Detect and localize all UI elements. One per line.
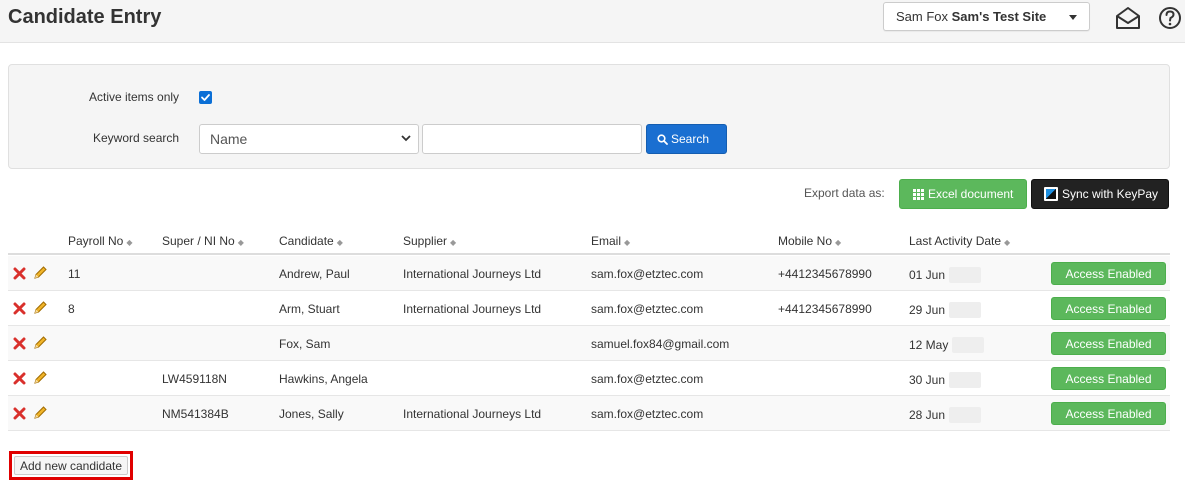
delete-icon[interactable] bbox=[13, 267, 26, 280]
edit-pencil-icon[interactable] bbox=[32, 405, 48, 421]
keyword-search-label: Keyword search bbox=[93, 131, 180, 145]
last-activity-date: 01 Jun bbox=[909, 267, 982, 283]
excel-button-label: Excel document bbox=[928, 187, 1014, 201]
column-header-mobile[interactable]: Mobile No ◆ bbox=[778, 234, 841, 248]
mobile-no: +4412345678990 bbox=[778, 302, 872, 316]
candidate-name: Jones, Sally bbox=[279, 407, 344, 421]
email: sam.fox@etztec.com bbox=[591, 267, 704, 281]
sort-icon: ◆ bbox=[126, 238, 133, 247]
delete-icon[interactable] bbox=[13, 372, 26, 385]
table-row: LW459118N Hawkins, Angela sam.fox@etztec… bbox=[8, 361, 1170, 396]
sort-icon: ◆ bbox=[1004, 238, 1011, 247]
email: sam.fox@etztec.com bbox=[591, 407, 704, 421]
sort-icon: ◆ bbox=[237, 238, 244, 247]
site-name: Sam's Test Site bbox=[951, 9, 1047, 24]
page-header: Candidate Entry Sam Fox Sam's Test Site bbox=[0, 0, 1185, 43]
user-name: Sam Fox bbox=[896, 9, 949, 24]
envelope-open-icon[interactable] bbox=[1114, 5, 1142, 31]
supplier: International Journeys Ltd bbox=[403, 267, 542, 281]
table-row: 11 Andrew, Paul International Journeys L… bbox=[8, 256, 1170, 291]
search-button-label: Search bbox=[671, 132, 710, 146]
sort-icon: ◆ bbox=[450, 238, 457, 247]
supplier: International Journeys Ltd bbox=[403, 302, 542, 316]
caret-down-icon bbox=[1069, 15, 1077, 20]
add-candidate-highlight: Add new candidate bbox=[9, 451, 133, 480]
candidate-name: Fox, Sam bbox=[279, 337, 331, 351]
edit-pencil-icon[interactable] bbox=[32, 300, 48, 316]
search-button[interactable]: Search bbox=[646, 124, 727, 154]
redacted-area bbox=[949, 302, 982, 318]
keyword-search-input[interactable] bbox=[422, 124, 642, 154]
checkmark-icon bbox=[201, 94, 210, 101]
column-header-supplier[interactable]: Supplier ◆ bbox=[403, 234, 456, 248]
payroll-no: 11 bbox=[68, 267, 81, 281]
last-activity-date: 29 Jun bbox=[909, 302, 982, 318]
column-header-candidate[interactable]: Candidate ◆ bbox=[279, 234, 343, 248]
redacted-area bbox=[949, 372, 982, 388]
access-enabled-button[interactable]: Access Enabled bbox=[1051, 297, 1166, 320]
table-header: Payroll No ◆ Super / NI No ◆ Candidate ◆ Su… bbox=[8, 226, 1170, 255]
redacted-area bbox=[952, 337, 985, 353]
table-row: Fox, Sam samuel.fox84@gmail.com 12 May A… bbox=[8, 326, 1170, 361]
add-new-candidate-button[interactable]: Add new candidate bbox=[14, 456, 128, 475]
access-enabled-button[interactable]: Access Enabled bbox=[1051, 262, 1166, 285]
redacted-area bbox=[949, 267, 982, 283]
access-enabled-button[interactable]: Access Enabled bbox=[1051, 367, 1166, 390]
mobile-no: +4412345678990 bbox=[778, 267, 872, 281]
candidate-name: Andrew, Paul bbox=[279, 267, 350, 281]
page-title: Candidate Entry bbox=[8, 6, 162, 28]
sort-icon: ◆ bbox=[624, 238, 631, 247]
search-field-select[interactable]: Name bbox=[199, 124, 419, 154]
table-row: 8 Arm, Stuart International Journeys Ltd… bbox=[8, 291, 1170, 326]
site-selector-dropdown[interactable]: Sam Fox Sam's Test Site bbox=[883, 2, 1090, 31]
keypay-button-label: Sync with KeyPay bbox=[1062, 187, 1159, 201]
table-row: NM541384B Jones, Sally International Jou… bbox=[8, 396, 1170, 431]
column-header-last-activity[interactable]: Last Activity Date ◆ bbox=[909, 234, 1010, 248]
last-activity-date: 28 Jun bbox=[909, 407, 982, 423]
active-items-label: Active items only bbox=[89, 90, 180, 104]
search-field-value: Name bbox=[210, 131, 248, 147]
delete-icon[interactable] bbox=[13, 407, 26, 420]
redacted-area bbox=[949, 407, 982, 423]
keypay-sync-button[interactable]: Sync with KeyPay bbox=[1031, 179, 1169, 209]
search-icon bbox=[657, 134, 668, 145]
export-label: Export data as: bbox=[804, 186, 885, 200]
keypay-logo-icon bbox=[1044, 187, 1058, 201]
supplier: International Journeys Ltd bbox=[403, 407, 542, 421]
chevron-down-icon bbox=[401, 135, 411, 142]
last-activity-date: 30 Jun bbox=[909, 372, 982, 388]
payroll-no: 8 bbox=[68, 302, 75, 316]
active-items-checkbox[interactable] bbox=[199, 91, 212, 104]
last-activity-date: 12 May bbox=[909, 337, 985, 353]
sort-icon: ◆ bbox=[336, 238, 343, 247]
column-header-payroll[interactable]: Payroll No ◆ bbox=[68, 234, 133, 248]
help-circle-icon[interactable] bbox=[1157, 5, 1183, 31]
super-ni-no: NM541384B bbox=[162, 407, 229, 421]
excel-export-button[interactable]: Excel document bbox=[899, 179, 1027, 209]
grid-icon bbox=[913, 189, 924, 200]
delete-icon[interactable] bbox=[13, 337, 26, 350]
email: samuel.fox84@gmail.com bbox=[591, 337, 730, 351]
delete-icon[interactable] bbox=[13, 302, 26, 315]
email: sam.fox@etztec.com bbox=[591, 372, 704, 386]
access-enabled-button[interactable]: Access Enabled bbox=[1051, 402, 1166, 425]
edit-pencil-icon[interactable] bbox=[32, 335, 48, 351]
access-enabled-button[interactable]: Access Enabled bbox=[1051, 332, 1166, 355]
edit-pencil-icon[interactable] bbox=[32, 370, 48, 386]
super-ni-no: LW459118N bbox=[162, 372, 227, 386]
email: sam.fox@etztec.com bbox=[591, 302, 704, 316]
candidate-name: Hawkins, Angela bbox=[279, 372, 368, 386]
edit-pencil-icon[interactable] bbox=[32, 265, 48, 281]
column-header-super[interactable]: Super / NI No ◆ bbox=[162, 234, 244, 248]
column-header-email[interactable]: Email ◆ bbox=[591, 234, 630, 248]
sort-icon: ◆ bbox=[835, 238, 842, 247]
candidate-name: Arm, Stuart bbox=[279, 302, 340, 316]
